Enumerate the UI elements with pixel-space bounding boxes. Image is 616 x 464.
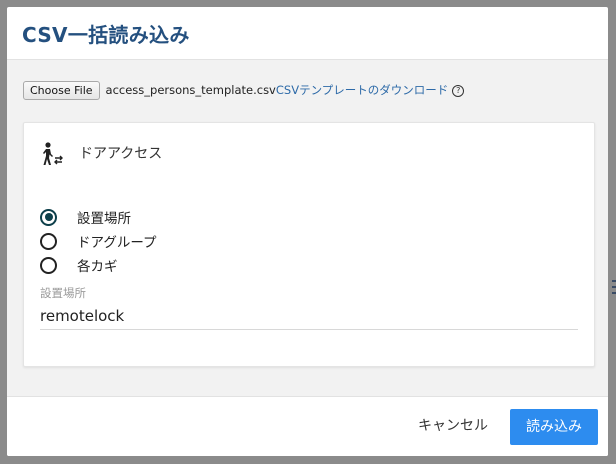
dialog-header: CSV一括読み込み xyxy=(7,7,608,60)
choose-file-button[interactable]: Choose File xyxy=(23,80,100,100)
dialog-body: Choose File access_persons_template.csv … xyxy=(7,60,608,396)
person-door-icon xyxy=(43,142,63,165)
location-select[interactable]: remotelock xyxy=(40,307,578,330)
location-field-label: 設置場所 xyxy=(40,286,86,300)
radio-option-location[interactable]: 設置場所 xyxy=(40,207,131,227)
cancel-button[interactable]: キャンセル xyxy=(418,415,488,435)
help-icon[interactable]: ? xyxy=(452,85,465,97)
section-title: ドアアクセス xyxy=(79,146,163,162)
radio-button-checked[interactable] xyxy=(40,208,57,226)
radio-option-door-group[interactable]: ドアグループ xyxy=(40,231,157,251)
file-input-row: Choose File access_persons_template.csv … xyxy=(23,80,465,100)
radio-button[interactable] xyxy=(40,232,57,250)
radio-label: 各カギ xyxy=(77,259,118,275)
radio-label: 設置場所 xyxy=(77,211,131,227)
selected-file-name: access_persons_template.csv xyxy=(105,83,276,97)
dialog-footer: キャンセル 読み込み xyxy=(7,396,608,456)
radio-option-each-key[interactable]: 各カギ xyxy=(40,255,118,275)
radio-button[interactable] xyxy=(40,256,57,274)
csv-import-dialog: CSV一括読み込み Choose File access_persons_tem… xyxy=(7,7,608,456)
door-access-card: ドアアクセス 設置場所 ドアグループ 各カギ 設置場所 remotelock xyxy=(23,122,595,367)
dialog-title: CSV一括読み込み xyxy=(22,23,190,47)
template-download-link[interactable]: CSVテンプレートのダウンロード xyxy=(276,82,448,98)
radio-label: ドアグループ xyxy=(77,235,157,251)
import-button[interactable]: 読み込み xyxy=(510,409,598,445)
background-content-fragment xyxy=(610,276,616,306)
